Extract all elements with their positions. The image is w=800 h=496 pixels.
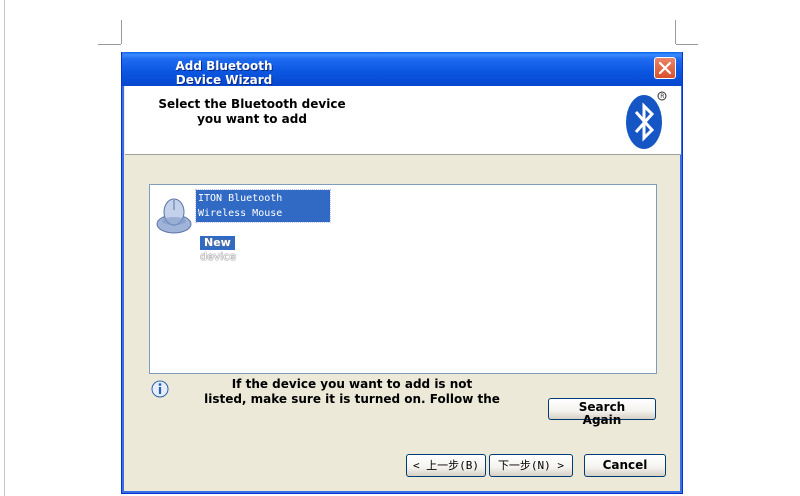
device-list[interactable]: ITON Bluetooth Wireless Mouse New device xyxy=(149,184,657,374)
title-bar[interactable]: Add Bluetooth Device Wizard xyxy=(122,52,682,87)
bluetooth-logo-icon: R xyxy=(626,91,667,149)
crop-mark-tr-v xyxy=(675,20,676,44)
cancel-button[interactable]: Cancel xyxy=(584,454,666,477)
info-icon xyxy=(151,380,169,398)
crop-mark-tl-h xyxy=(98,44,121,45)
info-message: If the device you want to add is not lis… xyxy=(204,377,500,406)
next-button[interactable]: 下一步(N) > xyxy=(489,454,573,477)
close-button[interactable] xyxy=(654,57,676,79)
header-title: Select the Bluetooth device you want to … xyxy=(158,97,346,126)
search-again-button[interactable]: Search Again xyxy=(548,398,656,427)
window-title: Add Bluetooth Device Wizard xyxy=(175,59,273,87)
device-name: ITON Bluetooth Wireless Mouse xyxy=(195,189,331,223)
close-icon xyxy=(659,62,671,74)
add-bluetooth-wizard-window: Add Bluetooth Device Wizard Select the B… xyxy=(121,52,683,494)
back-button[interactable]: < 上一步(B) xyxy=(406,454,486,477)
device-status: New device xyxy=(200,236,237,263)
svg-text:R: R xyxy=(660,93,664,100)
wizard-header: Select the Bluetooth device you want to … xyxy=(125,86,681,155)
list-item[interactable]: ITON Bluetooth Wireless Mouse New device xyxy=(154,189,334,263)
page-left-edge xyxy=(4,0,5,496)
mouse-device-icon xyxy=(156,198,192,234)
crop-mark-tl-v xyxy=(121,20,122,44)
crop-mark-tr-h xyxy=(676,44,698,45)
